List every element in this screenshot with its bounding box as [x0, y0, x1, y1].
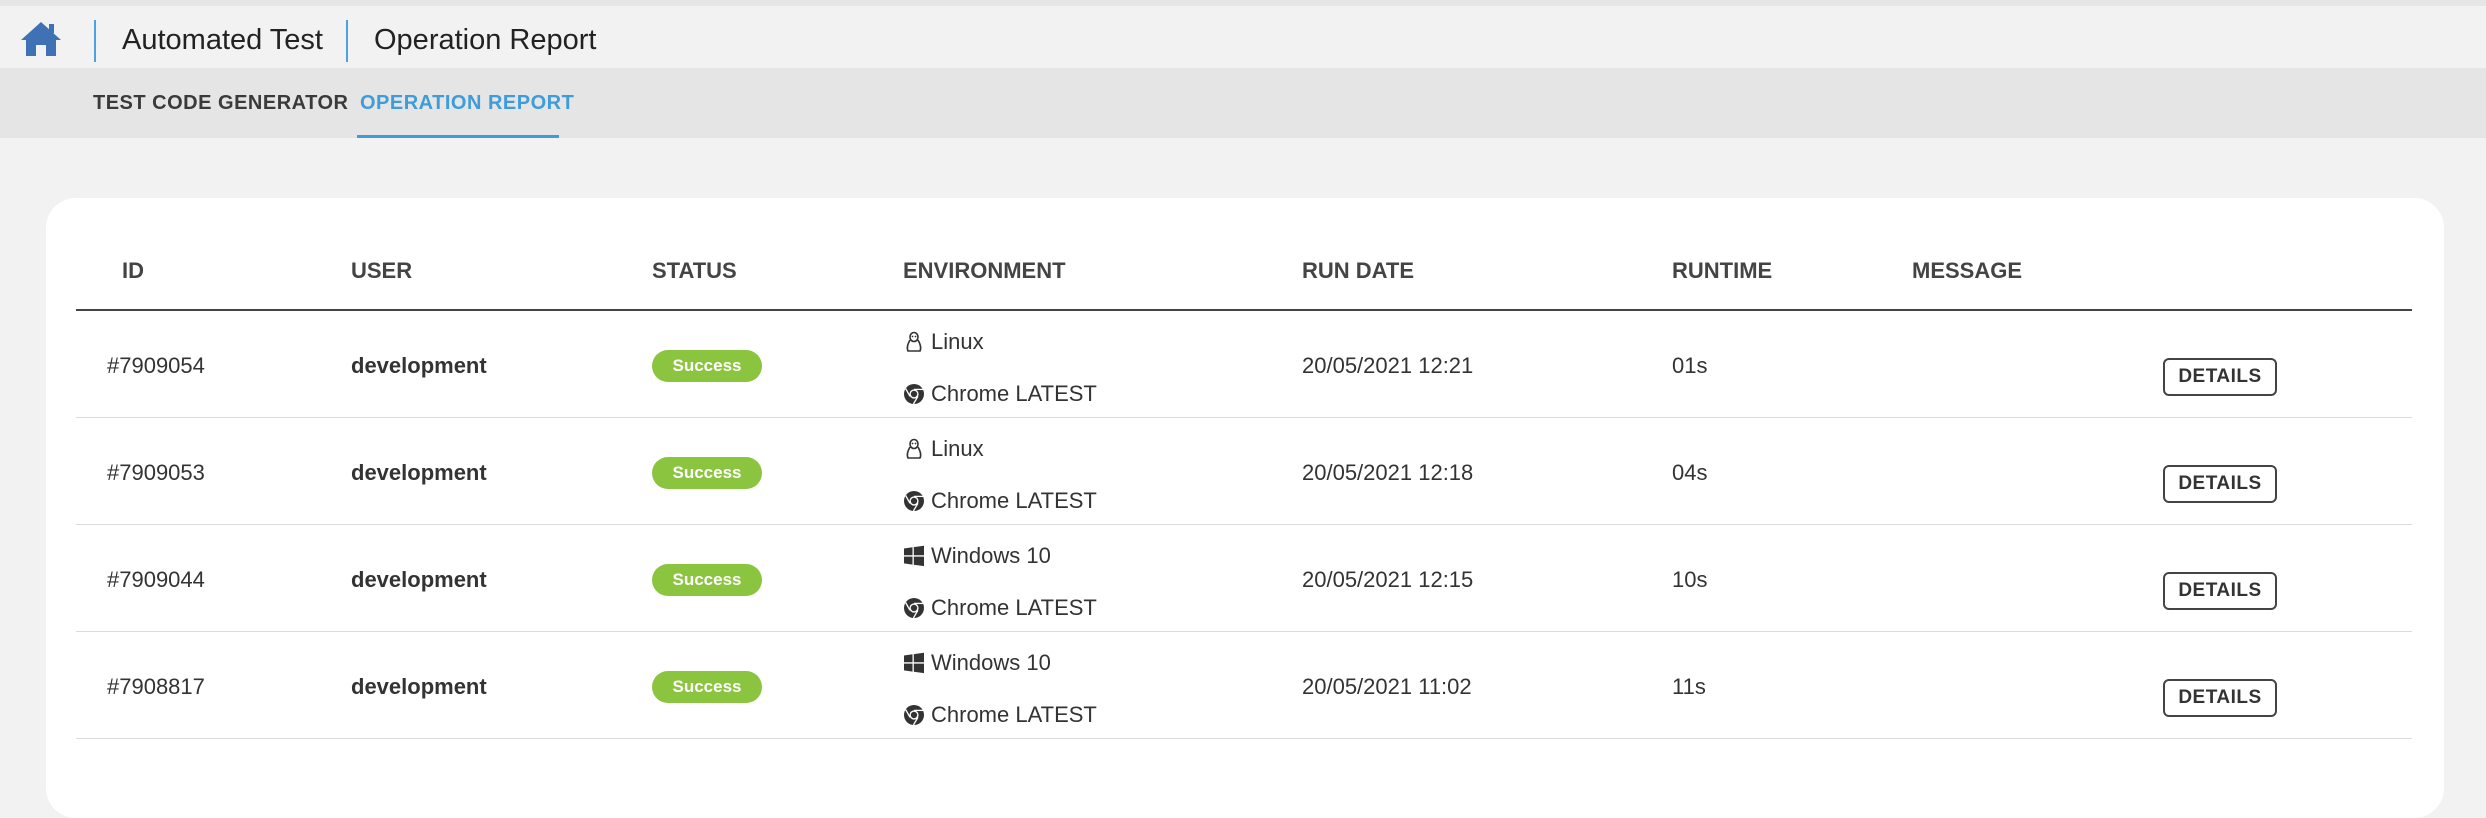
environment-browser: Chrome LATEST — [903, 381, 1097, 407]
run-id: #7909054 — [107, 353, 205, 378]
table-row[interactable]: #7909044 development Success Windows 10 … — [76, 525, 2412, 632]
chrome-icon — [904, 705, 924, 726]
status-badge: Success — [652, 350, 762, 382]
browser-name: Chrome LATEST — [931, 381, 1097, 406]
status-badge: Success — [652, 564, 762, 596]
home-icon — [21, 22, 61, 56]
os-name: Windows 10 — [931, 543, 1051, 568]
app-title: Automated Test — [122, 24, 323, 56]
environment-browser: Chrome LATEST — [903, 488, 1097, 514]
run-date: 20/05/2021 12:21 — [1302, 353, 1474, 378]
run-id: #7909044 — [107, 567, 205, 592]
status-badge: Success — [652, 457, 762, 489]
environment-browser: Chrome LATEST — [903, 595, 1097, 621]
environment-os: Linux — [903, 436, 984, 462]
home-button[interactable] — [20, 20, 62, 58]
os-name: Linux — [931, 329, 984, 354]
browser-name: Chrome LATEST — [931, 702, 1097, 727]
column-header-runtime[interactable]: RUNTIME — [1672, 258, 1772, 284]
run-user: development — [351, 567, 487, 592]
details-button[interactable]: DETAILS — [2163, 358, 2277, 396]
chrome-icon — [904, 491, 924, 512]
column-header-run-date[interactable]: RUN DATE — [1302, 258, 1414, 284]
os-name: Windows 10 — [931, 650, 1051, 675]
run-id: #7909053 — [107, 460, 205, 485]
tab-test-code-generator[interactable]: TEST CODE GENERATOR — [93, 68, 348, 138]
run-user: development — [351, 353, 487, 378]
os-name: Linux — [931, 436, 984, 461]
run-date: 20/05/2021 11:02 — [1302, 674, 1472, 699]
environment-os: Linux — [903, 329, 984, 355]
browser-name: Chrome LATEST — [931, 595, 1097, 620]
run-runtime: 01s — [1672, 353, 1708, 378]
chrome-icon — [904, 598, 924, 619]
linux-icon — [906, 331, 922, 352]
linux-icon — [906, 438, 922, 459]
run-date: 20/05/2021 12:15 — [1302, 567, 1474, 592]
page-title: Operation Report — [374, 24, 597, 56]
column-header-message[interactable]: MESSAGE — [1912, 258, 2022, 284]
status-badge: Success — [652, 671, 762, 703]
run-runtime: 10s — [1672, 567, 1708, 592]
app-header: Automated Test Operation Report — [0, 6, 2486, 68]
active-tab-indicator — [357, 135, 559, 138]
environment-browser: Chrome LATEST — [903, 702, 1097, 728]
run-id: #7908817 — [107, 674, 205, 699]
table-row[interactable]: #7908817 development Success Windows 10 … — [76, 632, 2412, 739]
column-header-environment[interactable]: ENVIRONMENT — [903, 258, 1066, 284]
column-header-user[interactable]: USER — [351, 258, 412, 284]
details-button[interactable]: DETAILS — [2163, 465, 2277, 503]
run-runtime: 11s — [1672, 674, 1706, 699]
windows-icon — [904, 545, 924, 567]
tab-operation-report[interactable]: OPERATION REPORT — [360, 68, 574, 138]
environment-os: Windows 10 — [903, 650, 1051, 676]
details-button[interactable]: DETAILS — [2163, 679, 2277, 717]
header-separator — [94, 20, 96, 62]
column-header-id[interactable]: ID — [122, 258, 144, 284]
chrome-icon — [904, 384, 924, 405]
browser-name: Chrome LATEST — [931, 488, 1097, 513]
environment-os: Windows 10 — [903, 543, 1051, 569]
column-header-status[interactable]: STATUS — [652, 258, 737, 284]
windows-icon — [904, 652, 924, 674]
row-divider — [76, 738, 2412, 739]
run-runtime: 04s — [1672, 460, 1708, 485]
run-user: development — [351, 460, 487, 485]
details-button[interactable]: DETAILS — [2163, 572, 2277, 610]
header-separator — [346, 20, 348, 62]
run-user: development — [351, 674, 487, 699]
run-date: 20/05/2021 12:18 — [1302, 460, 1474, 485]
table-row[interactable]: #7909054 development Success Linux Chrom… — [76, 311, 2412, 418]
tab-bar: TEST CODE GENERATOR OPERATION REPORT — [0, 68, 2486, 138]
table-row[interactable]: #7909053 development Success Linux Chrom… — [76, 418, 2412, 525]
